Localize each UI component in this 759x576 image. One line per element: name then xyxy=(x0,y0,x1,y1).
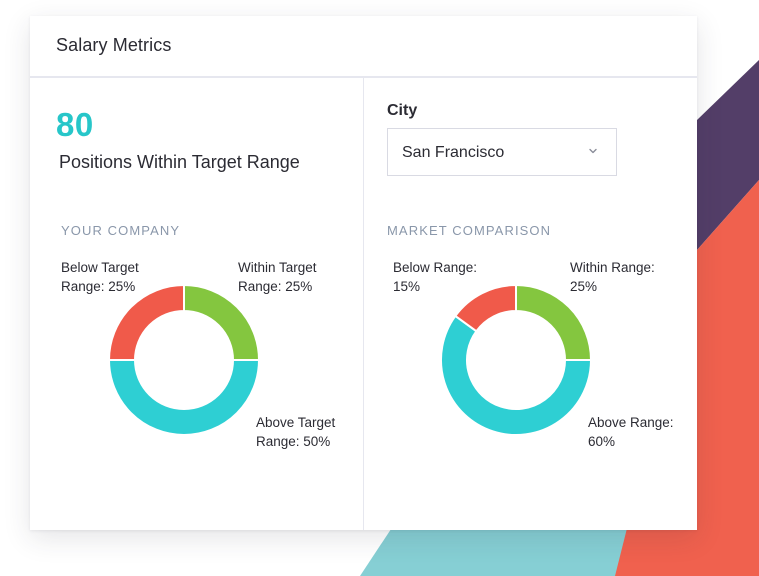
salary-metrics-card: Salary Metrics 80 Positions Within Targe… xyxy=(30,16,697,530)
your-company-slice-above xyxy=(108,359,260,436)
market-slice-within xyxy=(515,284,592,361)
city-select-value: San Francisco xyxy=(402,144,505,161)
city-label: City xyxy=(387,102,418,119)
page: Salary Metrics 80 Positions Within Targe… xyxy=(0,0,759,576)
market-comparison-donut-chart xyxy=(440,284,592,436)
card-header: Salary Metrics xyxy=(30,16,697,78)
chevron-down-icon xyxy=(589,148,597,154)
your-company-slice-below xyxy=(108,284,185,361)
your-company-heading: YOUR COMPANY xyxy=(61,223,181,238)
market-above-label: Above Range: 60% xyxy=(588,415,674,449)
column-divider xyxy=(363,78,364,530)
card-title: Salary Metrics xyxy=(56,35,172,55)
your-company-above-label: Above Target Range: 50% xyxy=(256,415,336,449)
positions-label: Positions Within Target Range xyxy=(59,152,300,172)
city-select[interactable]: San Francisco xyxy=(387,128,617,176)
your-company-slice-within xyxy=(183,284,260,361)
your-company-donut-chart xyxy=(108,284,260,436)
positions-count: 80 xyxy=(56,106,94,143)
market-comparison-heading: MARKET COMPARISON xyxy=(387,223,552,238)
